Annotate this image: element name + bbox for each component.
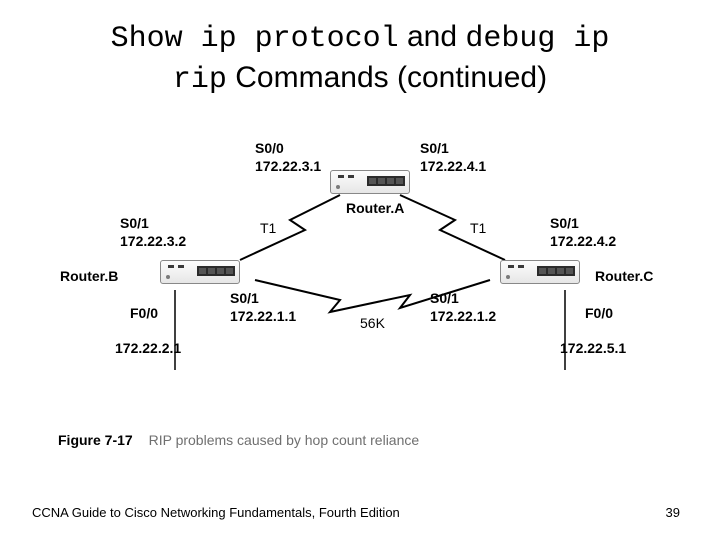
figure-text: RIP problems caused by hop count relianc… [149, 432, 420, 448]
router-b-label: Router.B [60, 268, 118, 286]
router-a-s00: S0/0172.22.3.1 [255, 140, 321, 175]
router-c-icon [500, 260, 580, 290]
title-cmd2b: rip [173, 63, 227, 97]
title-and: and [399, 20, 466, 53]
title-rest: Commands (continued) [227, 61, 547, 94]
title-cmd2a: debug ip [465, 22, 609, 56]
network-diagram: Router.A S0/0172.22.3.1 S0/1172.22.4.1 R… [60, 140, 660, 440]
router-c-s01-top: S0/1172.22.4.2 [550, 215, 616, 250]
slide-title: Show ip protocol and debug ip rip Comman… [0, 18, 720, 99]
router-c-lan-ip: 172.22.5.1 [560, 340, 626, 358]
router-c-s01-left: S0/1172.22.1.2 [430, 290, 496, 325]
router-b-icon [160, 260, 240, 290]
router-a-icon [330, 170, 410, 200]
figure-number: Figure 7-17 [58, 432, 133, 448]
router-c-label: Router.C [595, 268, 653, 286]
router-b-s01-top: S0/1172.22.3.2 [120, 215, 186, 250]
footer-title: CCNA Guide to Cisco Networking Fundament… [32, 505, 400, 520]
router-b-lan-ip: 172.22.2.1 [115, 340, 181, 358]
link-ac-label: T1 [470, 220, 486, 238]
title-cmd1: Show ip protocol [111, 22, 399, 56]
link-ab-label: T1 [260, 220, 276, 238]
router-b-f00: F0/0 [130, 305, 158, 323]
router-a-s01: S0/1172.22.4.1 [420, 140, 486, 175]
router-b-s01-right: S0/1172.22.1.1 [230, 290, 296, 325]
slide: Show ip protocol and debug ip rip Comman… [0, 0, 720, 540]
link-bc-label: 56K [360, 315, 385, 333]
router-a-label: Router.A [346, 200, 404, 218]
page-number: 39 [666, 505, 680, 520]
router-c-f00: F0/0 [585, 305, 613, 323]
figure-caption: Figure 7-17 RIP problems caused by hop c… [58, 432, 419, 448]
